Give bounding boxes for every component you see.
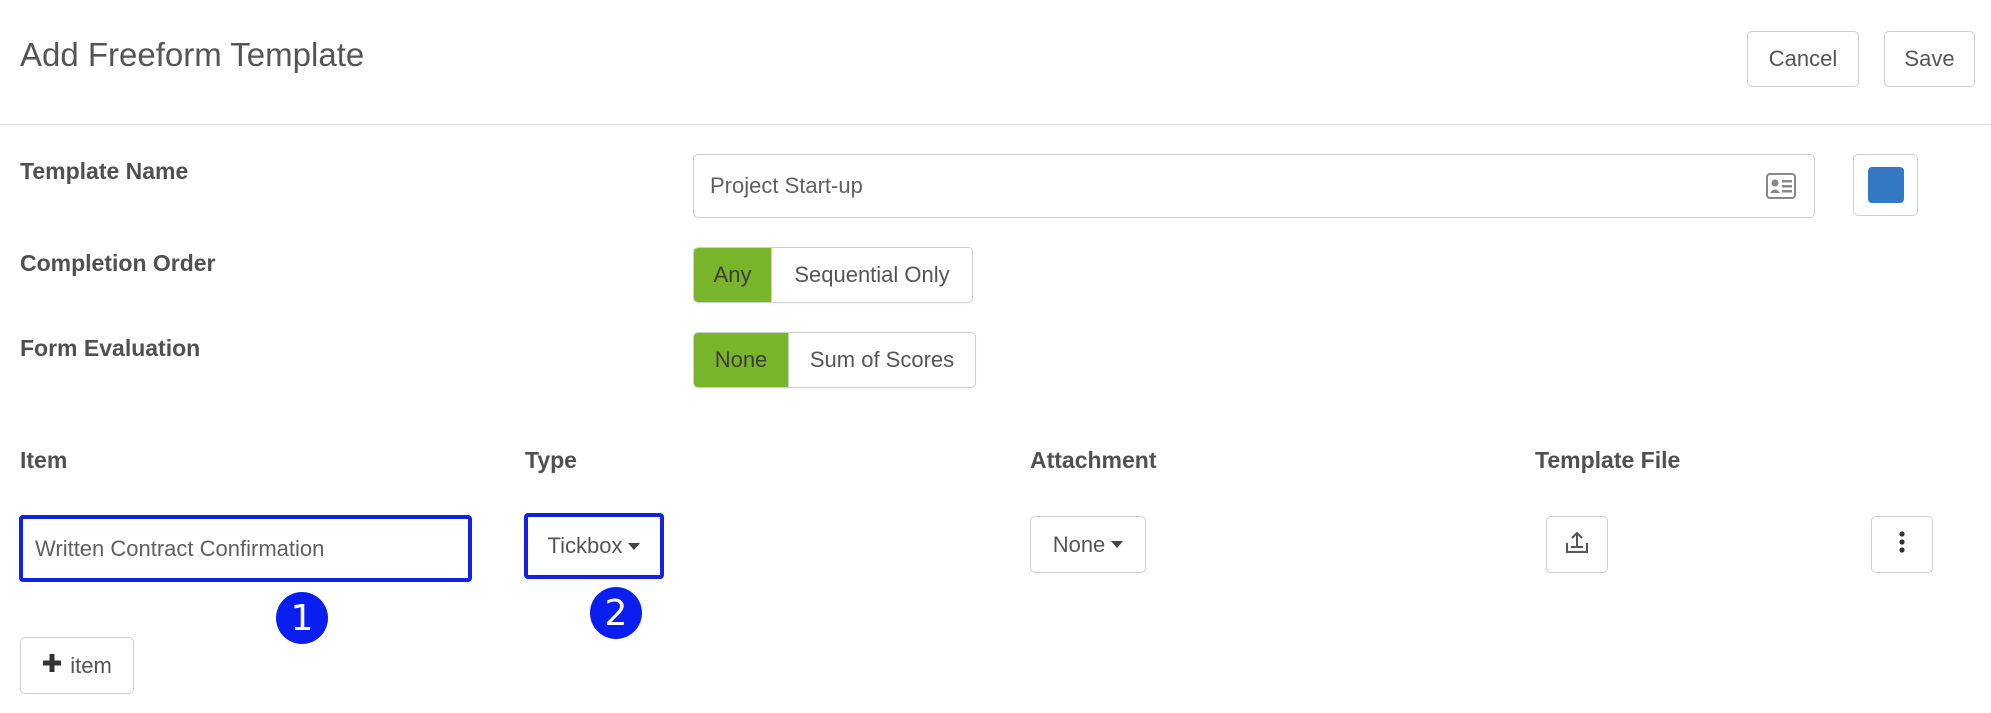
upload-icon: [1564, 529, 1590, 561]
caret-down-icon: [628, 542, 641, 550]
page-title: Add Freeform Template: [20, 36, 365, 73]
form-evaluation-toggle: None Sum of Scores: [693, 332, 976, 388]
color-picker-button[interactable]: [1853, 154, 1918, 216]
type-dropdown[interactable]: Tickbox: [524, 513, 664, 579]
vertical-ellipsis-icon: [1898, 530, 1906, 560]
row-options-button[interactable]: [1871, 516, 1933, 573]
annotation-badge-2: 2: [590, 587, 642, 639]
type-dropdown-value: Tickbox: [547, 533, 623, 558]
column-header-item: Item: [20, 447, 68, 473]
form-evaluation-label: Form Evaluation: [20, 335, 201, 361]
attachment-dropdown-value: None: [1052, 531, 1106, 557]
completion-order-label: Completion Order: [20, 250, 216, 276]
form-evaluation-none[interactable]: None: [694, 333, 788, 387]
attachment-dropdown[interactable]: None: [1030, 516, 1146, 573]
column-header-template-file: Template File: [1535, 447, 1681, 473]
plus-icon: [42, 653, 62, 679]
color-swatch: [1867, 167, 1904, 203]
contact-card-icon: [1766, 173, 1796, 199]
column-header-attachment: Attachment: [1030, 447, 1157, 473]
completion-order-any[interactable]: Any: [694, 248, 771, 302]
add-item-button[interactable]: item: [20, 637, 134, 694]
save-button[interactable]: Save: [1884, 31, 1975, 87]
completion-order-sequential[interactable]: Sequential Only: [771, 248, 972, 302]
item-name-value: Written Contract Confirmation: [35, 535, 325, 561]
item-name-input[interactable]: Written Contract Confirmation: [19, 515, 472, 582]
annotation-badge-1: 1: [276, 592, 328, 644]
header-divider: [0, 124, 1991, 125]
column-header-type: Type: [525, 447, 577, 473]
template-name-label: Template Name: [20, 158, 189, 184]
template-name-input[interactable]: Project Start-up: [693, 154, 1815, 218]
upload-template-file-button[interactable]: [1546, 516, 1608, 573]
form-evaluation-sum-of-scores[interactable]: Sum of Scores: [788, 333, 975, 387]
completion-order-toggle: Any Sequential Only: [693, 247, 973, 303]
template-name-value: Project Start-up: [710, 173, 863, 198]
caret-down-icon: [1111, 541, 1124, 548]
add-item-label: item: [70, 652, 112, 678]
cancel-button[interactable]: Cancel: [1747, 31, 1859, 87]
